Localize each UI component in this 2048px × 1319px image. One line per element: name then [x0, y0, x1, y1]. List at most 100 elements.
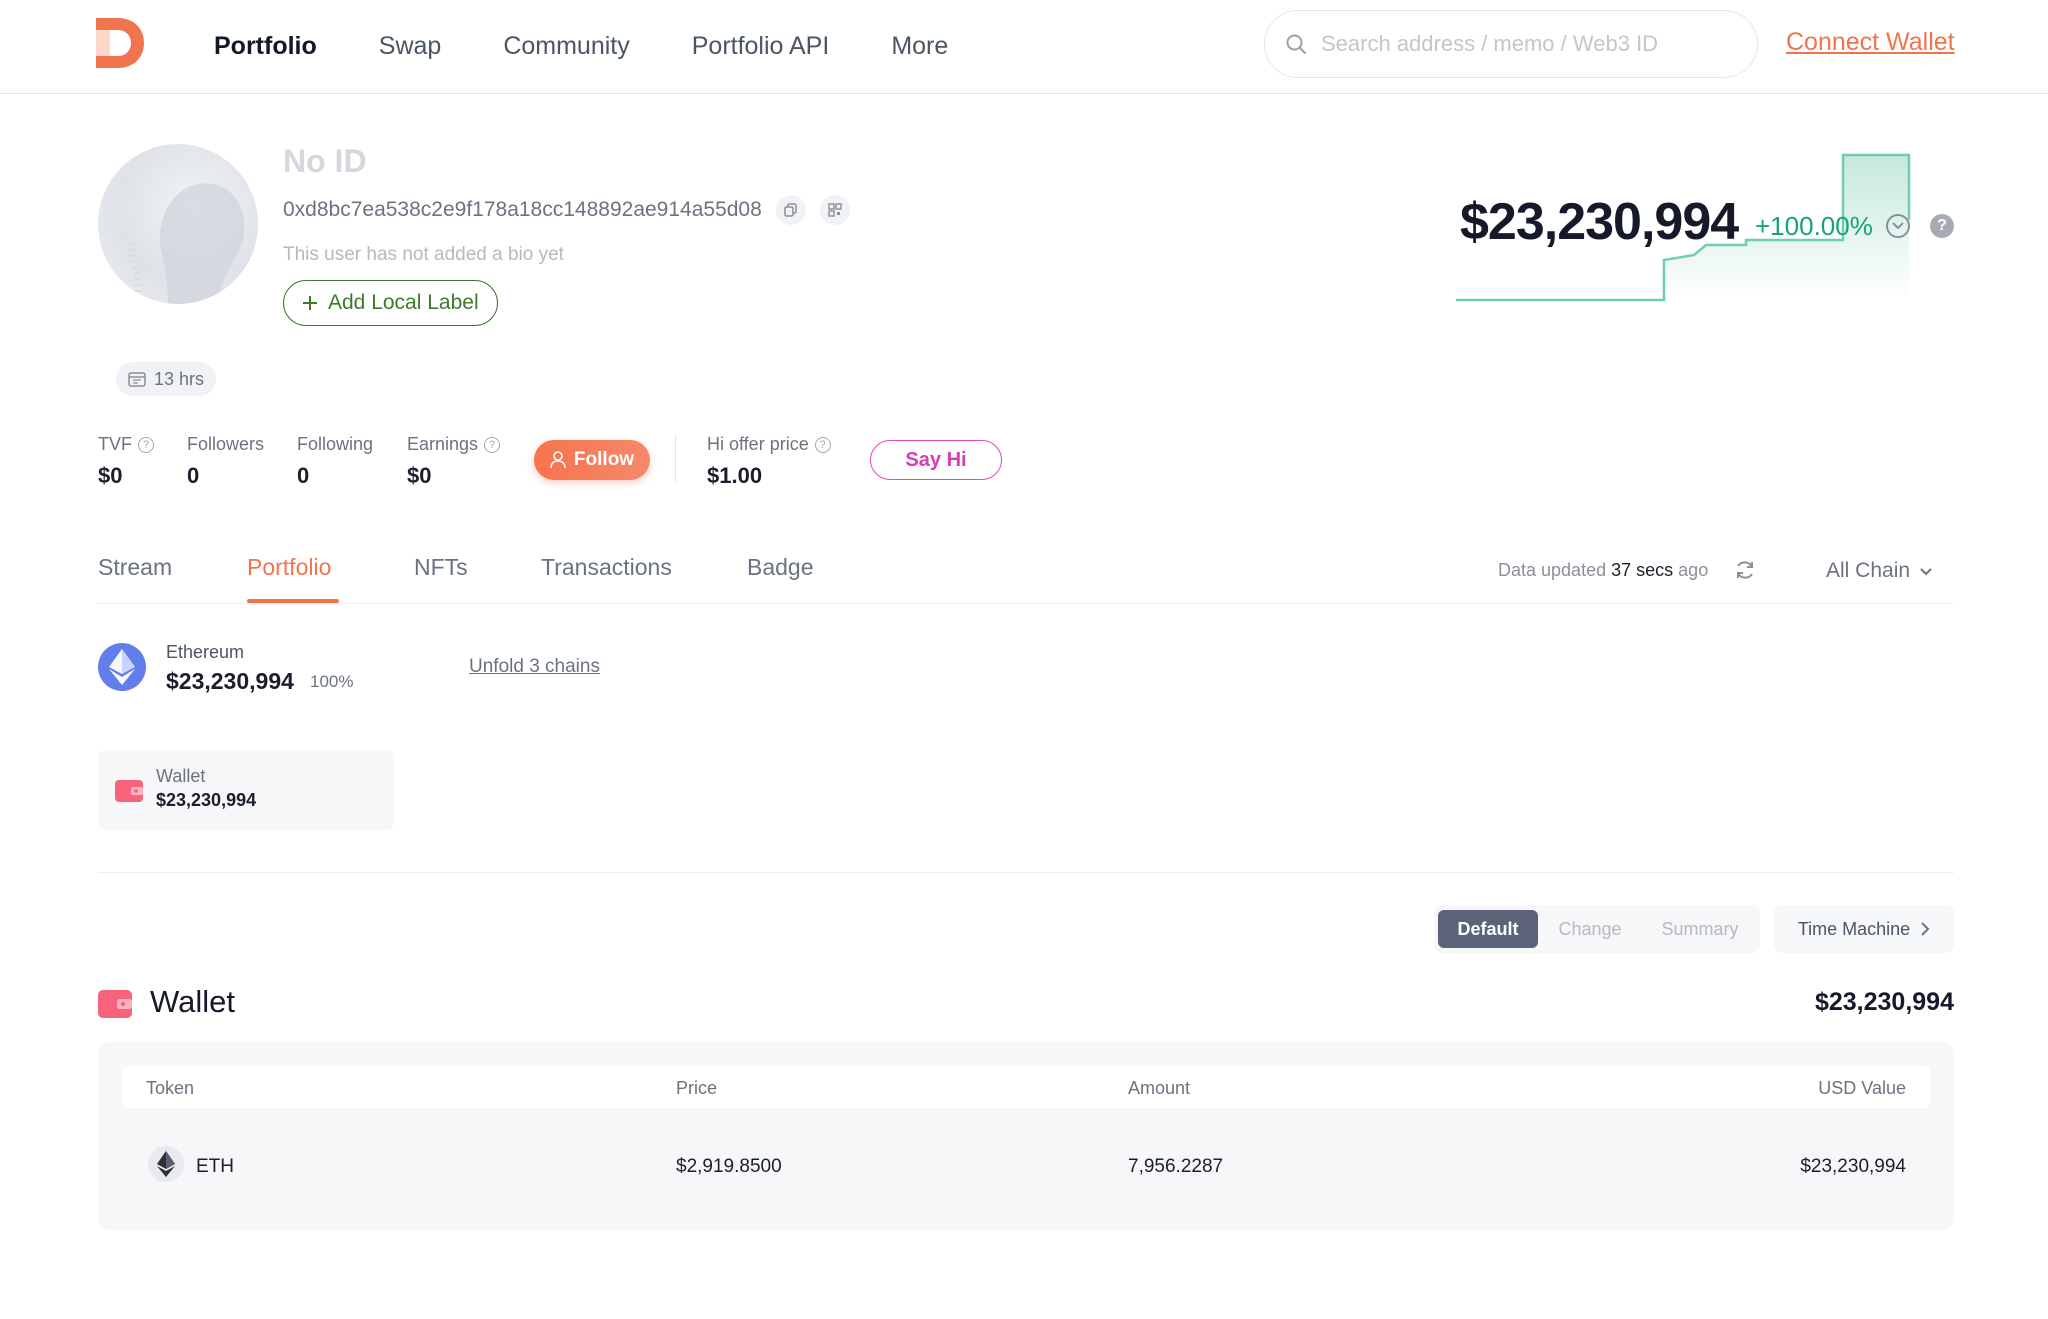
wallet-protocol-card[interactable]: Wallet $23,230,994 — [98, 750, 394, 830]
nav-item-swap[interactable]: Swap — [379, 32, 442, 61]
chevron-right-icon — [1921, 922, 1930, 936]
unfold-chains-link[interactable]: Unfold 3 chains — [469, 656, 600, 678]
wallet-icon — [115, 780, 143, 802]
refresh-icon[interactable] — [1734, 559, 1756, 581]
wallet-section-title: Wallet — [150, 984, 235, 1019]
net-worth-change: +100.00% — [1755, 211, 1873, 241]
view-default-button[interactable]: Default — [1438, 910, 1538, 948]
question-icon[interactable]: ? — [814, 436, 831, 453]
top-navbar: Portfolio Swap Community Portfolio API M… — [0, 0, 2048, 94]
net-worth-value: $23,230,994 — [1460, 193, 1739, 251]
view-summary-button[interactable]: Summary — [1644, 910, 1756, 948]
qr-code-icon — [828, 203, 842, 217]
chain-name: Ethereum — [166, 642, 245, 662]
stat-hi-offer-label: Hi offer price — [707, 434, 809, 454]
stat-tvf: TVF? $0 — [98, 434, 154, 489]
wallet-icon — [98, 990, 132, 1018]
main-nav: Portfolio Swap Community Portfolio API M… — [214, 0, 1010, 92]
token-symbol[interactable]: ETH — [196, 1156, 234, 1178]
time-machine-label: Time Machine — [1797, 918, 1911, 939]
stat-earnings-label: Earnings — [407, 434, 479, 454]
updated-suffix: ago — [1678, 560, 1709, 580]
user-icon — [550, 451, 566, 469]
avatar-head-icon — [128, 183, 245, 304]
stat-followers-value: 0 — [187, 463, 200, 488]
stat-earnings: Earnings? $0 — [407, 434, 501, 489]
eth-token-icon — [148, 1146, 184, 1182]
wallet-card-value: $23,230,994 — [156, 790, 257, 810]
follow-button-label: Follow — [573, 449, 635, 470]
profile-bio: This user has not added a bio yet — [283, 244, 564, 265]
nav-item-community[interactable]: Community — [503, 32, 629, 61]
stat-tvf-label: TVF — [98, 434, 132, 454]
column-header-price: Price — [676, 1078, 718, 1098]
say-hi-button[interactable]: Say Hi — [870, 440, 1002, 480]
stat-tvf-value: $0 — [98, 463, 123, 488]
view-change-button[interactable]: Change — [1542, 910, 1638, 948]
search-input[interactable] — [1321, 31, 1741, 57]
follow-button[interactable]: Follow — [534, 440, 650, 480]
tab-transactions[interactable]: Transactions — [541, 554, 672, 581]
question-icon[interactable]: ? — [138, 436, 154, 453]
address-row: 0xd8bc7ea538c2e9f178a18cc148892ae914a55d… — [283, 195, 850, 225]
token-table: Token Price Amount USD Value ETH $2,919.… — [98, 1042, 1954, 1230]
stat-followers[interactable]: Followers 0 — [187, 434, 264, 489]
account-age-text: 13 hrs — [154, 368, 205, 389]
chain-percent: 100% — [310, 672, 354, 691]
chain-selector[interactable]: All Chain — [1826, 559, 1934, 583]
time-machine-button[interactable]: Time Machine — [1774, 905, 1954, 953]
stats-divider — [675, 434, 676, 484]
chevron-down-icon — [1920, 568, 1932, 576]
chain-selector-label: All Chain — [1826, 559, 1911, 582]
token-price: $2,919.8500 — [676, 1156, 782, 1177]
active-tab-indicator — [247, 599, 339, 603]
ethereum-chain-icon — [98, 643, 146, 691]
nav-item-more[interactable]: More — [891, 32, 948, 61]
token-amount: 7,956.2287 — [1128, 1156, 1224, 1177]
stat-followers-label: Followers — [187, 434, 265, 454]
tab-portfolio[interactable]: Portfolio — [247, 554, 331, 581]
tab-nfts[interactable]: NFTs — [414, 554, 468, 581]
updated-prefix: Data updated — [1498, 560, 1607, 580]
qr-code-button[interactable] — [819, 195, 850, 225]
avatar — [98, 144, 258, 304]
data-updated-text: Data updated 37 secs ago — [1498, 560, 1708, 581]
table-header: Token Price Amount USD Value — [122, 1066, 1930, 1108]
stat-hi-offer: Hi offer price? $1.00 — [707, 434, 831, 489]
stat-earnings-value: $0 — [407, 463, 432, 488]
connect-wallet-link[interactable]: Connect Wallet — [1786, 28, 1955, 57]
section-divider — [98, 872, 1954, 873]
debank-logo[interactable] — [96, 18, 144, 68]
account-age-chip: 13 hrs — [116, 362, 217, 396]
stat-hi-offer-value: $1.00 — [707, 463, 763, 488]
tab-stream[interactable]: Stream — [98, 554, 172, 581]
column-header-amount: Amount — [1128, 1078, 1191, 1098]
updated-time: 37 secs — [1611, 560, 1674, 580]
stat-following[interactable]: Following 0 — [297, 434, 373, 489]
question-icon[interactable]: ? — [484, 436, 501, 453]
chevron-down-circle-icon[interactable] — [1886, 214, 1910, 238]
profile-name: No ID — [283, 143, 367, 179]
copy-address-button[interactable] — [775, 195, 806, 225]
chain-value: $23,230,994 — [166, 668, 294, 694]
copy-icon — [784, 203, 797, 217]
nav-item-portfolio[interactable]: Portfolio — [214, 32, 317, 61]
stat-following-value: 0 — [297, 463, 310, 488]
token-usd-value: $23,230,994 — [1800, 1156, 1906, 1177]
stat-following-label: Following — [297, 434, 374, 454]
add-local-label-text: Add Local Label — [328, 291, 479, 314]
search-box[interactable] — [1264, 10, 1758, 78]
column-header-token: Token — [146, 1078, 195, 1098]
view-toggle: Default Change Summary — [1434, 905, 1760, 953]
wallet-address: 0xd8bc7ea538c2e9f178a18cc148892ae914a55d… — [283, 198, 762, 221]
column-header-usd-value: USD Value — [1818, 1078, 1906, 1098]
wallet-section-total: $23,230,994 — [1814, 988, 1954, 1016]
search-icon — [1286, 34, 1306, 54]
plus-icon — [303, 296, 317, 310]
add-local-label-button[interactable]: Add Local Label — [283, 280, 498, 326]
nav-item-portfolio-api[interactable]: Portfolio API — [692, 32, 830, 61]
tab-badge[interactable]: Badge — [747, 554, 814, 581]
wallet-card-label: Wallet — [156, 766, 206, 786]
help-icon[interactable]: ? — [1930, 214, 1954, 238]
calendar-icon — [128, 372, 146, 387]
